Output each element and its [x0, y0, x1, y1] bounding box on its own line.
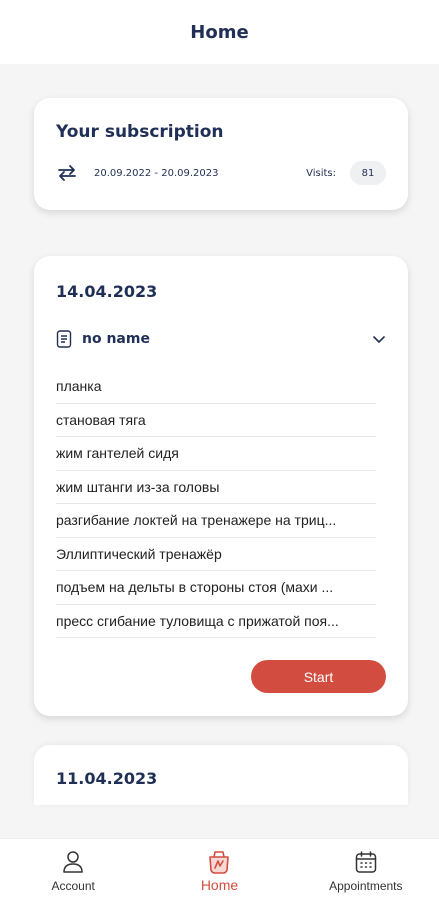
next-workout-date: 11.04.2023 — [56, 769, 158, 788]
subscription-dates: 20.09.2022 - 20.09.2023 — [94, 167, 219, 179]
subscription-card: Your subscription 20.09.2022 - 20.09.202… — [34, 98, 408, 210]
nav-label-home: Home — [200, 877, 239, 893]
start-button[interactable]: Start — [251, 660, 386, 693]
plan-row[interactable]: no name — [56, 328, 388, 350]
repeat-icon — [56, 162, 78, 184]
page-title: Home — [190, 21, 249, 43]
app-header: Home — [0, 0, 439, 64]
exercise-item: жим гантелей сидя — [56, 437, 376, 471]
nav-item-account[interactable]: Account — [0, 839, 146, 900]
chevron-down-icon[interactable] — [372, 331, 388, 347]
visits-count-badge: 81 — [350, 161, 386, 185]
nav-label-appointments: Appointments — [329, 879, 403, 893]
calendar-icon — [353, 849, 379, 875]
subscription-title: Your subscription — [56, 122, 224, 142]
exercise-item: подъем на дельты в стороны стоя (махи ..… — [56, 571, 376, 605]
next-workout-card[interactable]: 11.04.2023 — [34, 745, 408, 805]
nav-item-appointments[interactable]: Appointments — [293, 839, 439, 900]
nav-item-home[interactable]: Home — [146, 839, 292, 900]
person-icon — [60, 849, 86, 875]
fitness-icon — [206, 849, 232, 875]
visits-label: Visits: — [306, 167, 336, 179]
bottom-nav: Account Home Appointments — [0, 838, 439, 900]
workout-card: 14.04.2023 no name планка становая тяга … — [34, 256, 408, 716]
plan-name: no name — [82, 331, 150, 347]
exercise-item: жим штанги из-за головы — [56, 471, 376, 504]
exercise-item: становая тяга — [56, 404, 376, 437]
document-icon — [56, 330, 74, 348]
exercise-item: планка — [56, 370, 376, 404]
exercise-item: пресс сгибание туловища с прижатой поя..… — [56, 605, 376, 638]
exercise-list: планка становая тяга жим гантелей сидя ж… — [56, 370, 376, 638]
workout-date: 14.04.2023 — [56, 282, 158, 301]
nav-label-account: Account — [51, 879, 95, 893]
exercise-item: разгибание локтей на тренажере на триц..… — [56, 504, 376, 538]
exercise-item: Эллиптический тренажёр — [56, 538, 376, 571]
subscription-info-row: 20.09.2022 - 20.09.2023 Visits: 81 — [56, 160, 386, 186]
